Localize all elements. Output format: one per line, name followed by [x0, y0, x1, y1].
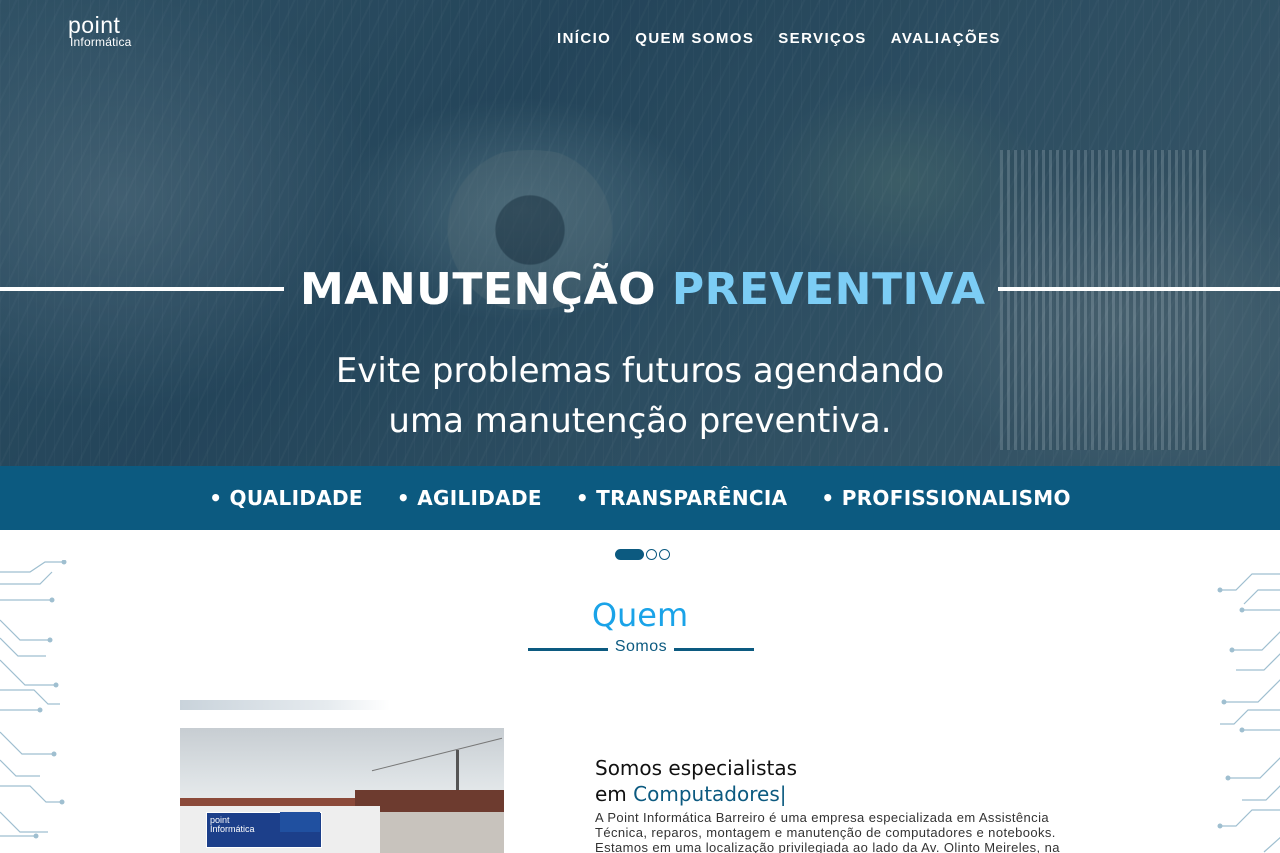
hero-subtitle: Evite problemas futuros agendando uma ma… — [240, 346, 1040, 446]
hero-subtitle-line2: uma manutenção preventiva. — [388, 401, 892, 441]
section-title-quem: Quem — [591, 596, 689, 634]
nav-item-inicio[interactable]: INÍCIO — [557, 30, 611, 47]
value-agilidade: • AGILIDADE — [396, 486, 542, 510]
section-subtitle-somos: Somos — [614, 638, 668, 655]
hero-title-divider-right — [998, 287, 1280, 291]
photo-sign-line2: Informática — [210, 824, 255, 834]
about-heading-line2: em Computadores| — [595, 781, 797, 807]
photo-power-wire — [371, 737, 503, 772]
photo-wall-right — [380, 812, 504, 853]
photo-store-sign-text: point Informática — [210, 816, 255, 834]
photo-store-sign-panel — [280, 812, 320, 832]
about-heading-line1: Somos especialistas — [595, 756, 798, 780]
storefront-photo: point Informática — [180, 728, 504, 853]
about-heading-prefix: em — [595, 782, 634, 806]
nav-item-servicos[interactable]: SERVIÇOS — [778, 30, 866, 47]
carousel-indicators — [615, 549, 670, 560]
value-profissionalismo: • PROFISSIONALISMO — [821, 486, 1071, 510]
photo-frame-accent — [180, 700, 390, 710]
carousel-dot-2[interactable] — [646, 549, 657, 560]
carousel-dot-3[interactable] — [659, 549, 670, 560]
section-subtitle-divider-right — [674, 648, 754, 651]
circuit-decoration-left — [0, 560, 67, 839]
hero-title-accent: PREVENTIVA — [671, 264, 986, 315]
nav-item-avaliacoes[interactable]: AVALIAÇÕES — [891, 30, 1001, 47]
site-logo[interactable]: point Informática — [68, 12, 132, 49]
about-heading: Somos especialistas em Computadores| — [595, 755, 797, 807]
hero-banner: point Informática INÍCIO QUEM SOMOS SERV… — [0, 0, 1280, 466]
value-transparencia: • TRANSPARÊNCIA — [575, 486, 788, 510]
carousel-dot-1[interactable] — [615, 549, 644, 560]
circuit-decoration-right — [1217, 573, 1280, 853]
logo-word-informatica: Informática — [70, 35, 132, 49]
section-subtitle-divider-left — [528, 648, 608, 651]
value-qualidade: • QUALIDADE — [209, 486, 363, 510]
about-description: A Point Informática Barreiro é uma empre… — [595, 810, 1060, 853]
main-nav: INÍCIO QUEM SOMOS SERVIÇOS AVALIAÇÕES — [557, 30, 1001, 47]
hero-title-main: MANUTENÇÃO — [300, 264, 657, 315]
hero-subtitle-line1: Evite problemas futuros agendando — [335, 351, 945, 391]
hero-title-divider-left — [0, 287, 284, 291]
values-bar: • QUALIDADE • AGILIDADE • TRANSPARÊNCIA … — [0, 466, 1280, 530]
nav-item-quem-somos[interactable]: QUEM SOMOS — [635, 30, 754, 47]
hero-title: MANUTENÇÃO PREVENTIVA — [300, 264, 985, 315]
about-heading-highlight: Computadores| — [633, 782, 787, 806]
logo-word-point: point — [68, 12, 121, 38]
